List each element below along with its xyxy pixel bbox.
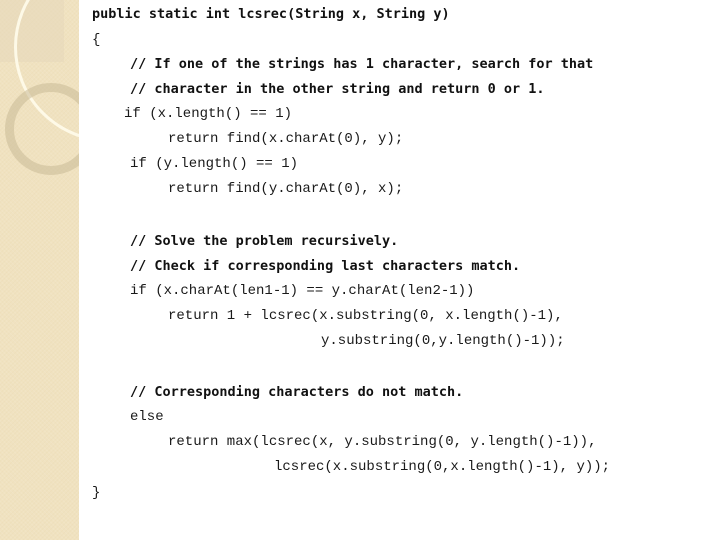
decorative-ring-small (5, 83, 79, 175)
code-line: if (x.length() == 1) (124, 106, 293, 122)
code-line: if (x.charAt(len1-1) == y.charAt(len2-1)… (130, 283, 475, 299)
code-comment: // Check if corresponding last character… (130, 258, 521, 274)
code-comment: // If one of the strings has 1 character… (130, 56, 594, 72)
code-comment: // Corresponding characters do not match… (130, 384, 464, 400)
code-comment: // character in the other string and ret… (130, 81, 545, 97)
code-line: return max(lcsrec(x, y.substring(0, y.le… (168, 434, 597, 450)
code-line: else (130, 409, 164, 425)
code-line: return 1 + lcsrec(x.substring(0, x.lengt… (168, 308, 563, 324)
open-brace: { (92, 32, 101, 48)
decorative-sidebar (0, 0, 79, 540)
method-signature: public static int lcsrec(String x, Strin… (92, 6, 450, 22)
code-comment: // Solve the problem recursively. (130, 233, 399, 249)
code-line: return find(y.charAt(0), x); (168, 181, 404, 197)
close-brace: } (92, 485, 101, 501)
code-line: y.substring(0,y.length()-1)); (321, 333, 565, 349)
code-line: lcsrec(x.substring(0,x.length()-1), y)); (274, 459, 611, 475)
code-line: if (y.length() == 1) (130, 156, 299, 172)
code-line: return find(x.charAt(0), y); (168, 131, 404, 147)
